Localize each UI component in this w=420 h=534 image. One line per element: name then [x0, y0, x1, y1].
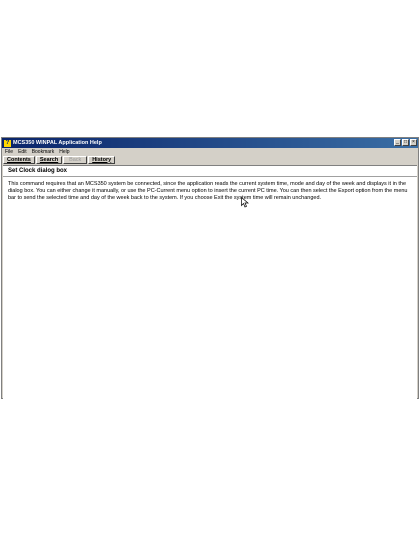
back-button[interactable]: Back — [63, 155, 88, 164]
title-bar[interactable]: ? MCS350 WINPAL Application Help _ □ × — [2, 138, 418, 148]
topic-body: This command requires that an MCS350 sys… — [8, 181, 408, 201]
minimize-button[interactable]: _ — [394, 139, 401, 146]
menu-help[interactable]: Help — [59, 149, 69, 155]
menu-bookmark[interactable]: Bookmark — [32, 149, 55, 155]
help-toolbar: Contents Search Back History — [2, 155, 418, 164]
menu-file[interactable]: File — [5, 149, 13, 155]
menu-edit[interactable]: Edit — [18, 149, 27, 155]
topic-heading: Set Clock dialog box — [3, 166, 417, 177]
menu-bar: File Edit Bookmark Help — [2, 148, 418, 155]
window-title: MCS350 WINPAL Application Help — [13, 140, 102, 146]
search-button[interactable]: Search — [35, 155, 63, 164]
maximize-button[interactable]: □ — [402, 139, 409, 146]
history-button[interactable]: History — [88, 155, 116, 164]
contents-button[interactable]: Contents — [3, 155, 35, 164]
window-controls: _ □ × — [394, 139, 417, 146]
help-window: ? MCS350 WINPAL Application Help _ □ × F… — [1, 137, 419, 399]
help-book-icon: ? — [4, 139, 11, 147]
topic-pane: Set Clock dialog box This command requir… — [3, 165, 417, 399]
close-button[interactable]: × — [410, 139, 417, 146]
arrow-pointer-icon — [241, 197, 249, 208]
